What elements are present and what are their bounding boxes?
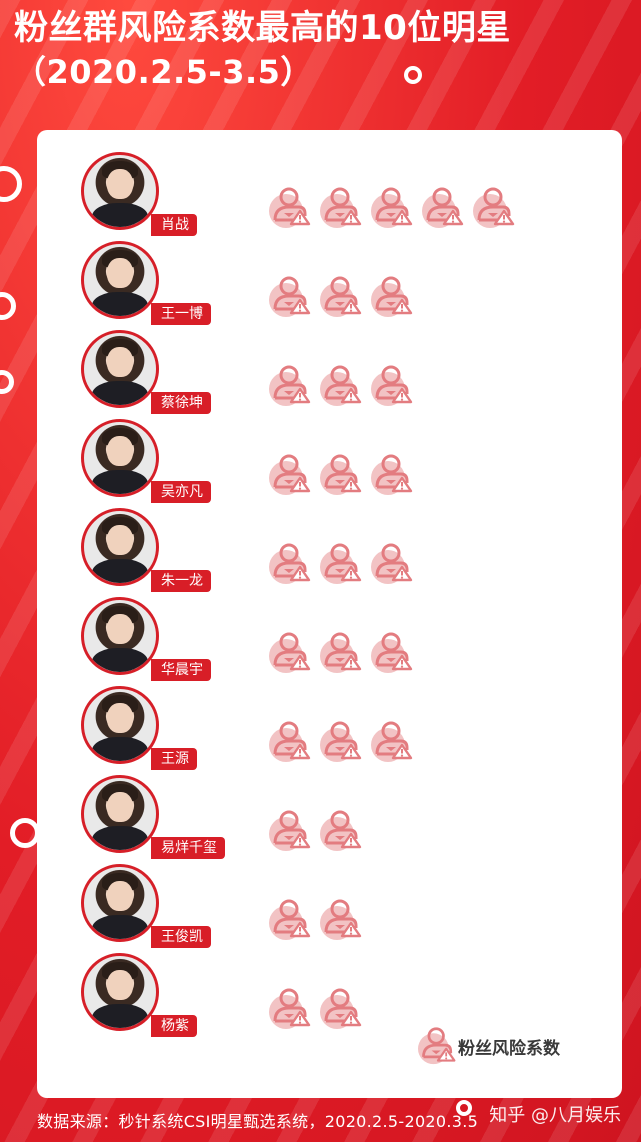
fan-risk-icon <box>269 899 311 940</box>
chart-row: 蔡徐坤 <box>37 330 622 414</box>
fan-risk-icon <box>269 988 311 1029</box>
chart-row: 王俊凯 <box>37 864 622 948</box>
avatar <box>81 330 159 408</box>
chart-row: 王一博 <box>37 241 622 325</box>
decor-ring <box>10 818 40 848</box>
avatar <box>81 775 159 853</box>
category-label: 王源 <box>151 748 197 770</box>
chart-row: 朱一龙 <box>37 508 622 592</box>
fan-risk-icon <box>320 899 362 940</box>
chart-title-line1: 粉丝群风险系数最高的10位明星 <box>14 8 511 48</box>
fan-risk-icon <box>371 276 413 317</box>
avatar-wrap: 王一博 <box>81 241 211 325</box>
category-label: 王一博 <box>151 303 211 325</box>
legend: 粉丝风险系数 <box>418 1027 596 1065</box>
fan-risk-icon <box>320 810 362 851</box>
watermark: 知乎 @八月娱乐 <box>489 1105 621 1126</box>
fan-risk-icon <box>320 187 362 228</box>
avatar-wrap: 王俊凯 <box>81 864 211 948</box>
avatar <box>81 686 159 764</box>
avatar <box>81 152 159 230</box>
category-label: 朱一龙 <box>151 570 211 592</box>
category-label: 华晨宇 <box>151 659 211 681</box>
avatar-wrap: 杨紫 <box>81 953 197 1037</box>
fan-risk-icon <box>320 365 362 406</box>
category-label: 肖战 <box>151 214 197 236</box>
avatar <box>81 864 159 942</box>
avatar-wrap: 朱一龙 <box>81 508 211 592</box>
fan-risk-icon <box>371 632 413 673</box>
fan-risk-icon <box>269 543 311 584</box>
fan-risk-icon <box>269 632 311 673</box>
fan-risk-icon <box>269 810 311 851</box>
avatar-wrap: 蔡徐坤 <box>81 330 211 414</box>
fan-risk-icon <box>473 187 515 228</box>
fan-risk-icon <box>320 632 362 673</box>
avatar-wrap: 肖战 <box>81 152 197 236</box>
fan-risk-icon <box>269 365 311 406</box>
fan-risk-icon <box>418 1027 456 1065</box>
fan-risk-icon <box>320 721 362 762</box>
fan-risk-icon <box>371 721 413 762</box>
fan-risk-icon <box>371 454 413 495</box>
chart-row: 华晨宇 <box>37 597 622 681</box>
avatar-wrap: 华晨宇 <box>81 597 211 681</box>
fan-risk-icon <box>269 721 311 762</box>
chart-title: 粉丝群风险系数最高的10位明星 （2020.2.5-3.5） <box>14 6 634 94</box>
category-label: 易烊千玺 <box>151 837 225 859</box>
category-label: 吴亦凡 <box>151 481 211 503</box>
avatar <box>81 597 159 675</box>
category-label: 王俊凯 <box>151 926 211 948</box>
avatar <box>81 241 159 319</box>
avatar-wrap: 王源 <box>81 686 197 770</box>
avatar-wrap: 易烊千玺 <box>81 775 225 859</box>
fan-risk-icon <box>422 187 464 228</box>
fan-risk-icon <box>320 543 362 584</box>
category-label: 蔡徐坤 <box>151 392 211 414</box>
avatar <box>81 953 159 1031</box>
fan-risk-icon <box>269 454 311 495</box>
chart-row: 杨紫 <box>37 953 622 1037</box>
fan-risk-icon <box>320 276 362 317</box>
chart-row: 王源 <box>37 686 622 770</box>
data-source: 数据来源：秒针系统CSI明星甄选系统，2020.2.5-2020.3.5 <box>37 1112 479 1131</box>
fan-risk-icon <box>269 187 311 228</box>
fan-risk-icon <box>320 988 362 1029</box>
category-label: 杨紫 <box>151 1015 197 1037</box>
chart-title-line2: （2020.2.5-3.5） <box>14 53 313 91</box>
fan-risk-icon <box>371 365 413 406</box>
chart-row: 吴亦凡 <box>37 419 622 503</box>
avatar <box>81 508 159 586</box>
chart-row: 肖战 <box>37 152 622 236</box>
fan-risk-icon <box>371 187 413 228</box>
legend-label: 粉丝风险系数 <box>458 1039 560 1059</box>
fan-risk-icon <box>371 543 413 584</box>
avatar <box>81 419 159 497</box>
fan-risk-icon <box>269 276 311 317</box>
fan-risk-icon <box>320 454 362 495</box>
avatar-wrap: 吴亦凡 <box>81 419 211 503</box>
chart-card: 肖战王一博蔡徐坤吴亦凡朱一龙华晨宇王源易烊千玺王俊凯杨紫 粉丝风险系数 <box>37 130 622 1098</box>
chart-row: 易烊千玺 <box>37 775 622 859</box>
